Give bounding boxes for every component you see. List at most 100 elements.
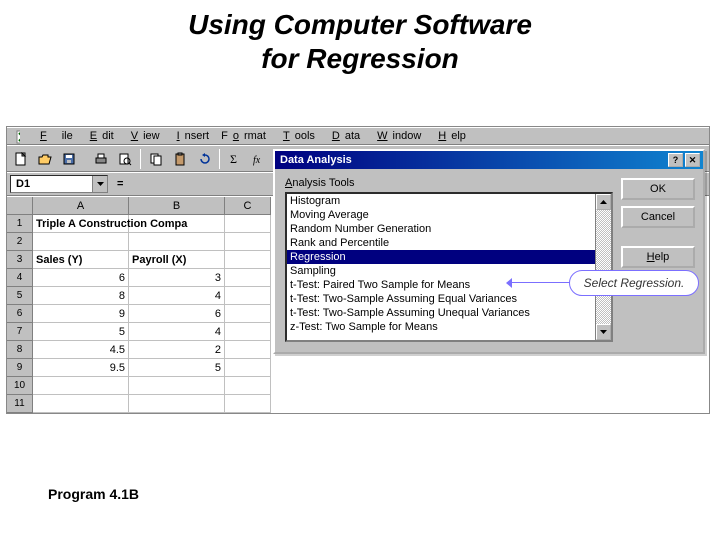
list-item[interactable]: Rank and Percentile — [287, 236, 595, 250]
cell-C1[interactable] — [225, 215, 271, 233]
cell-A10[interactable] — [33, 377, 129, 395]
cell-A2[interactable] — [33, 233, 129, 251]
close-icon[interactable]: ✕ — [685, 153, 700, 167]
cell-A9[interactable]: 9.5 — [33, 359, 129, 377]
scroll-up-icon[interactable] — [596, 194, 611, 210]
cell-C10[interactable] — [225, 377, 271, 395]
undo-icon[interactable] — [193, 148, 215, 169]
cell-B2[interactable] — [129, 233, 225, 251]
menu-insert[interactable]: Insert — [167, 129, 215, 143]
title-line-1: Using Computer Software — [0, 8, 720, 42]
cell-B9[interactable]: 5 — [129, 359, 225, 377]
cell-A8[interactable]: 4.5 — [33, 341, 129, 359]
cell-C2[interactable] — [225, 233, 271, 251]
cell-C11[interactable] — [225, 395, 271, 413]
cell-A6[interactable]: 9 — [33, 305, 129, 323]
row-header[interactable]: 1 — [7, 215, 33, 233]
cell-B5[interactable]: 4 — [129, 287, 225, 305]
list-item[interactable]: Random Number Generation — [287, 222, 595, 236]
menu-help[interactable]: Help — [428, 129, 471, 143]
row-header[interactable]: 7 — [7, 323, 33, 341]
name-box[interactable]: D1 — [10, 175, 108, 193]
cell-B8[interactable]: 2 — [129, 341, 225, 359]
row-header[interactable]: 10 — [7, 377, 33, 395]
cell-B10[interactable] — [129, 377, 225, 395]
svg-text:fx: fx — [253, 155, 261, 166]
name-box-value: D1 — [11, 177, 92, 191]
callout-pointer — [511, 282, 571, 283]
menu-view[interactable]: View — [121, 129, 165, 143]
open-icon[interactable] — [34, 148, 56, 169]
print-icon[interactable] — [90, 148, 112, 169]
cell-C5[interactable] — [225, 287, 271, 305]
menu-bar: File Edit View Insert Format Tools Data … — [7, 127, 709, 145]
cell-C6[interactable] — [225, 305, 271, 323]
list-item[interactable]: Regression — [287, 250, 595, 264]
help-button[interactable]: Help — [621, 246, 695, 268]
chevron-down-icon[interactable] — [92, 176, 107, 192]
cell-A7[interactable]: 5 — [33, 323, 129, 341]
cell-B7[interactable]: 4 — [129, 323, 225, 341]
select-all-button[interactable] — [7, 197, 33, 215]
col-header-B[interactable]: B — [129, 197, 225, 215]
col-header-A[interactable]: A — [33, 197, 129, 215]
row-header[interactable]: 4 — [7, 269, 33, 287]
menu-format[interactable]: Format — [216, 129, 271, 143]
cell-B4[interactable]: 3 — [129, 269, 225, 287]
cell-B3[interactable]: Payroll (X) — [129, 251, 225, 269]
cell-A4[interactable]: 6 — [33, 269, 129, 287]
menu-window[interactable]: Window — [367, 129, 426, 143]
help-icon[interactable]: ? — [668, 153, 683, 167]
row-header[interactable]: 6 — [7, 305, 33, 323]
new-icon[interactable] — [10, 148, 32, 169]
print-preview-icon[interactable] — [114, 148, 136, 169]
scroll-down-icon[interactable] — [596, 324, 611, 340]
copy-icon[interactable] — [145, 148, 167, 169]
list-item[interactable]: t-Test: Two-Sample Assuming Unequal Vari… — [287, 306, 595, 320]
paste-icon[interactable] — [169, 148, 191, 169]
analysis-tools-label: Analysis Tools — [285, 177, 613, 189]
menu-file[interactable]: File — [30, 129, 78, 143]
slide-title: Using Computer Software for Regression — [0, 0, 720, 93]
cell-A5[interactable]: 8 — [33, 287, 129, 305]
data-analysis-dialog: Data Analysis ? ✕ Analysis Tools Histogr… — [273, 149, 705, 354]
autosum-icon[interactable]: Σ — [224, 148, 246, 169]
cell-C7[interactable] — [225, 323, 271, 341]
cell-B6[interactable]: 6 — [129, 305, 225, 323]
row-header[interactable]: 11 — [7, 395, 33, 413]
row-header[interactable]: 2 — [7, 233, 33, 251]
cell-C9[interactable] — [225, 359, 271, 377]
equals-label: = — [114, 178, 126, 190]
analysis-tools-listbox[interactable]: HistogramMoving AverageRandom Number Gen… — [285, 192, 613, 342]
cell-A3[interactable]: Sales (Y) — [33, 251, 129, 269]
dialog-titlebar: Data Analysis ? ✕ — [275, 151, 703, 169]
menu-tools[interactable]: Tools — [273, 129, 320, 143]
cell-A1[interactable]: Triple A Construction Compa — [33, 215, 129, 233]
list-item[interactable]: t-Test: Two-Sample Assuming Equal Varian… — [287, 292, 595, 306]
scroll-track[interactable] — [596, 210, 611, 324]
list-item[interactable]: z-Test: Two Sample for Means — [287, 320, 595, 334]
cell-A11[interactable] — [33, 395, 129, 413]
cell-C3[interactable] — [225, 251, 271, 269]
ok-button[interactable]: OK — [621, 178, 695, 200]
list-item[interactable]: Histogram — [287, 194, 595, 208]
function-icon[interactable]: fx — [248, 148, 270, 169]
col-header-C[interactable]: C — [225, 197, 271, 215]
row-header[interactable]: 3 — [7, 251, 33, 269]
list-item[interactable]: Moving Average — [287, 208, 595, 222]
cell-B11[interactable] — [129, 395, 225, 413]
row-header[interactable]: 9 — [7, 359, 33, 377]
menu-data[interactable]: Data — [322, 129, 365, 143]
cancel-button[interactable]: Cancel — [621, 206, 695, 228]
row-header[interactable]: 5 — [7, 287, 33, 305]
title-line-2: for Regression — [0, 42, 720, 76]
row-header[interactable]: 8 — [7, 341, 33, 359]
list-item[interactable]: Sampling — [287, 264, 595, 278]
menu-edit[interactable]: Edit — [80, 129, 119, 143]
cell-C8[interactable] — [225, 341, 271, 359]
list-item[interactable]: t-Test: Paired Two Sample for Means — [287, 278, 595, 292]
save-icon[interactable] — [58, 148, 80, 169]
scrollbar[interactable] — [595, 194, 611, 340]
slide-caption: Program 4.1B — [48, 486, 139, 502]
cell-C4[interactable] — [225, 269, 271, 287]
